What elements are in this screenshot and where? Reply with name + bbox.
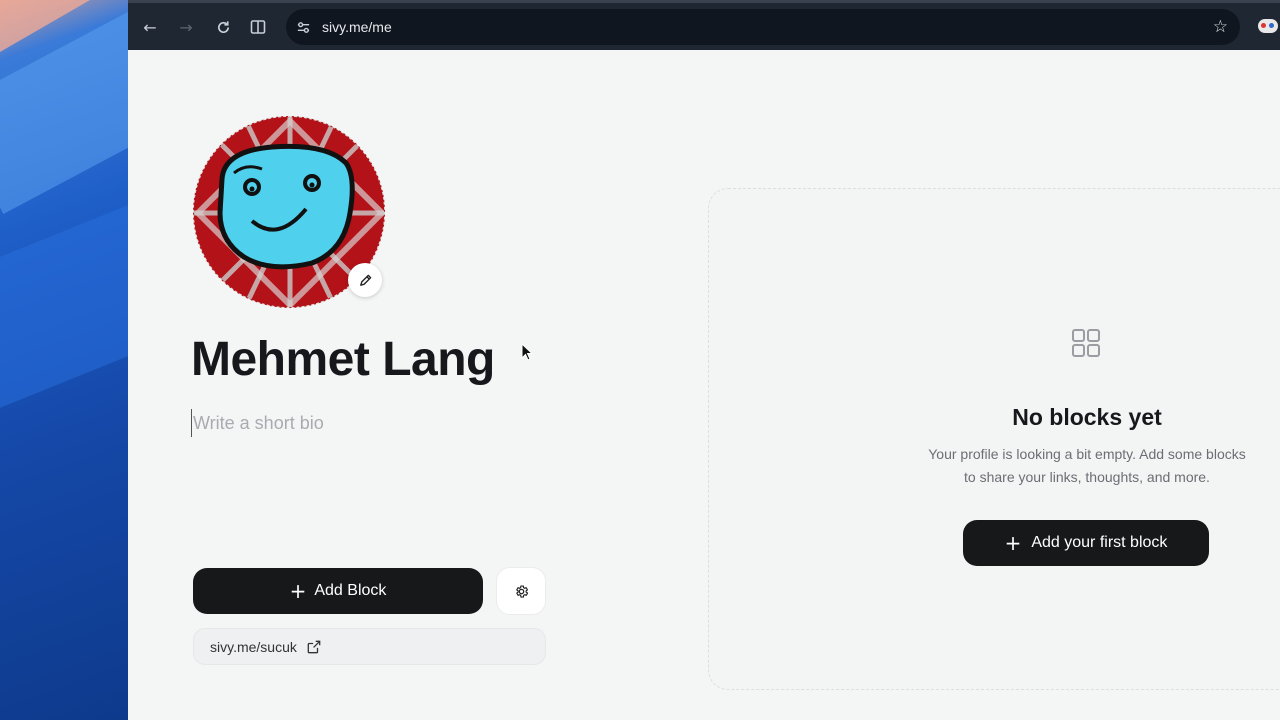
profile-name[interactable]: Mehmet Lang [191,332,495,387]
external-link-icon [307,640,321,653]
empty-state-title: No blocks yet [1012,404,1162,430]
address-bar[interactable]: sivy.me/me ☆ [286,9,1240,45]
site-settings-icon[interactable] [294,18,312,36]
forward-icon[interactable]: → [174,15,198,39]
profile-page: Mehmet Lang + Add Block sivy.me/sucuk No… [128,50,1280,720]
profile-link-text: sivy.me/sucuk [210,638,297,655]
add-first-block-button[interactable]: + Add your first block [963,520,1209,566]
profile-link[interactable]: sivy.me/sucuk [193,628,546,665]
gear-icon [515,584,528,598]
add-block-button[interactable]: + Add Block [193,568,483,614]
edit-avatar-button[interactable] [348,263,382,297]
mouse-cursor-icon [521,343,533,361]
pencil-icon [359,274,371,286]
desktop-wallpaper [0,0,128,720]
address-url[interactable]: sivy.me/me [322,19,392,35]
back-icon[interactable]: ← [138,15,162,39]
extension-icon[interactable] [1258,19,1278,33]
bio-input[interactable] [191,409,541,437]
browser-toolbar: ← → sivy.me/me ☆ [128,0,1280,50]
bookmark-star-icon[interactable]: ☆ [1213,17,1228,37]
empty-state-description: Your profile is looking a bit empty. Add… [928,446,1246,485]
settings-button[interactable] [496,567,546,615]
add-first-block-label: Add your first block [1031,534,1168,551]
grid-icon [1072,329,1100,357]
plus-icon: + [1004,531,1022,555]
split-view-icon[interactable] [246,15,270,39]
plus-icon: + [289,579,307,603]
reload-icon[interactable] [211,15,235,39]
add-block-label: Add Block [314,582,387,599]
blocks-empty-panel: No blocks yet Your profile is looking a … [708,188,1280,690]
